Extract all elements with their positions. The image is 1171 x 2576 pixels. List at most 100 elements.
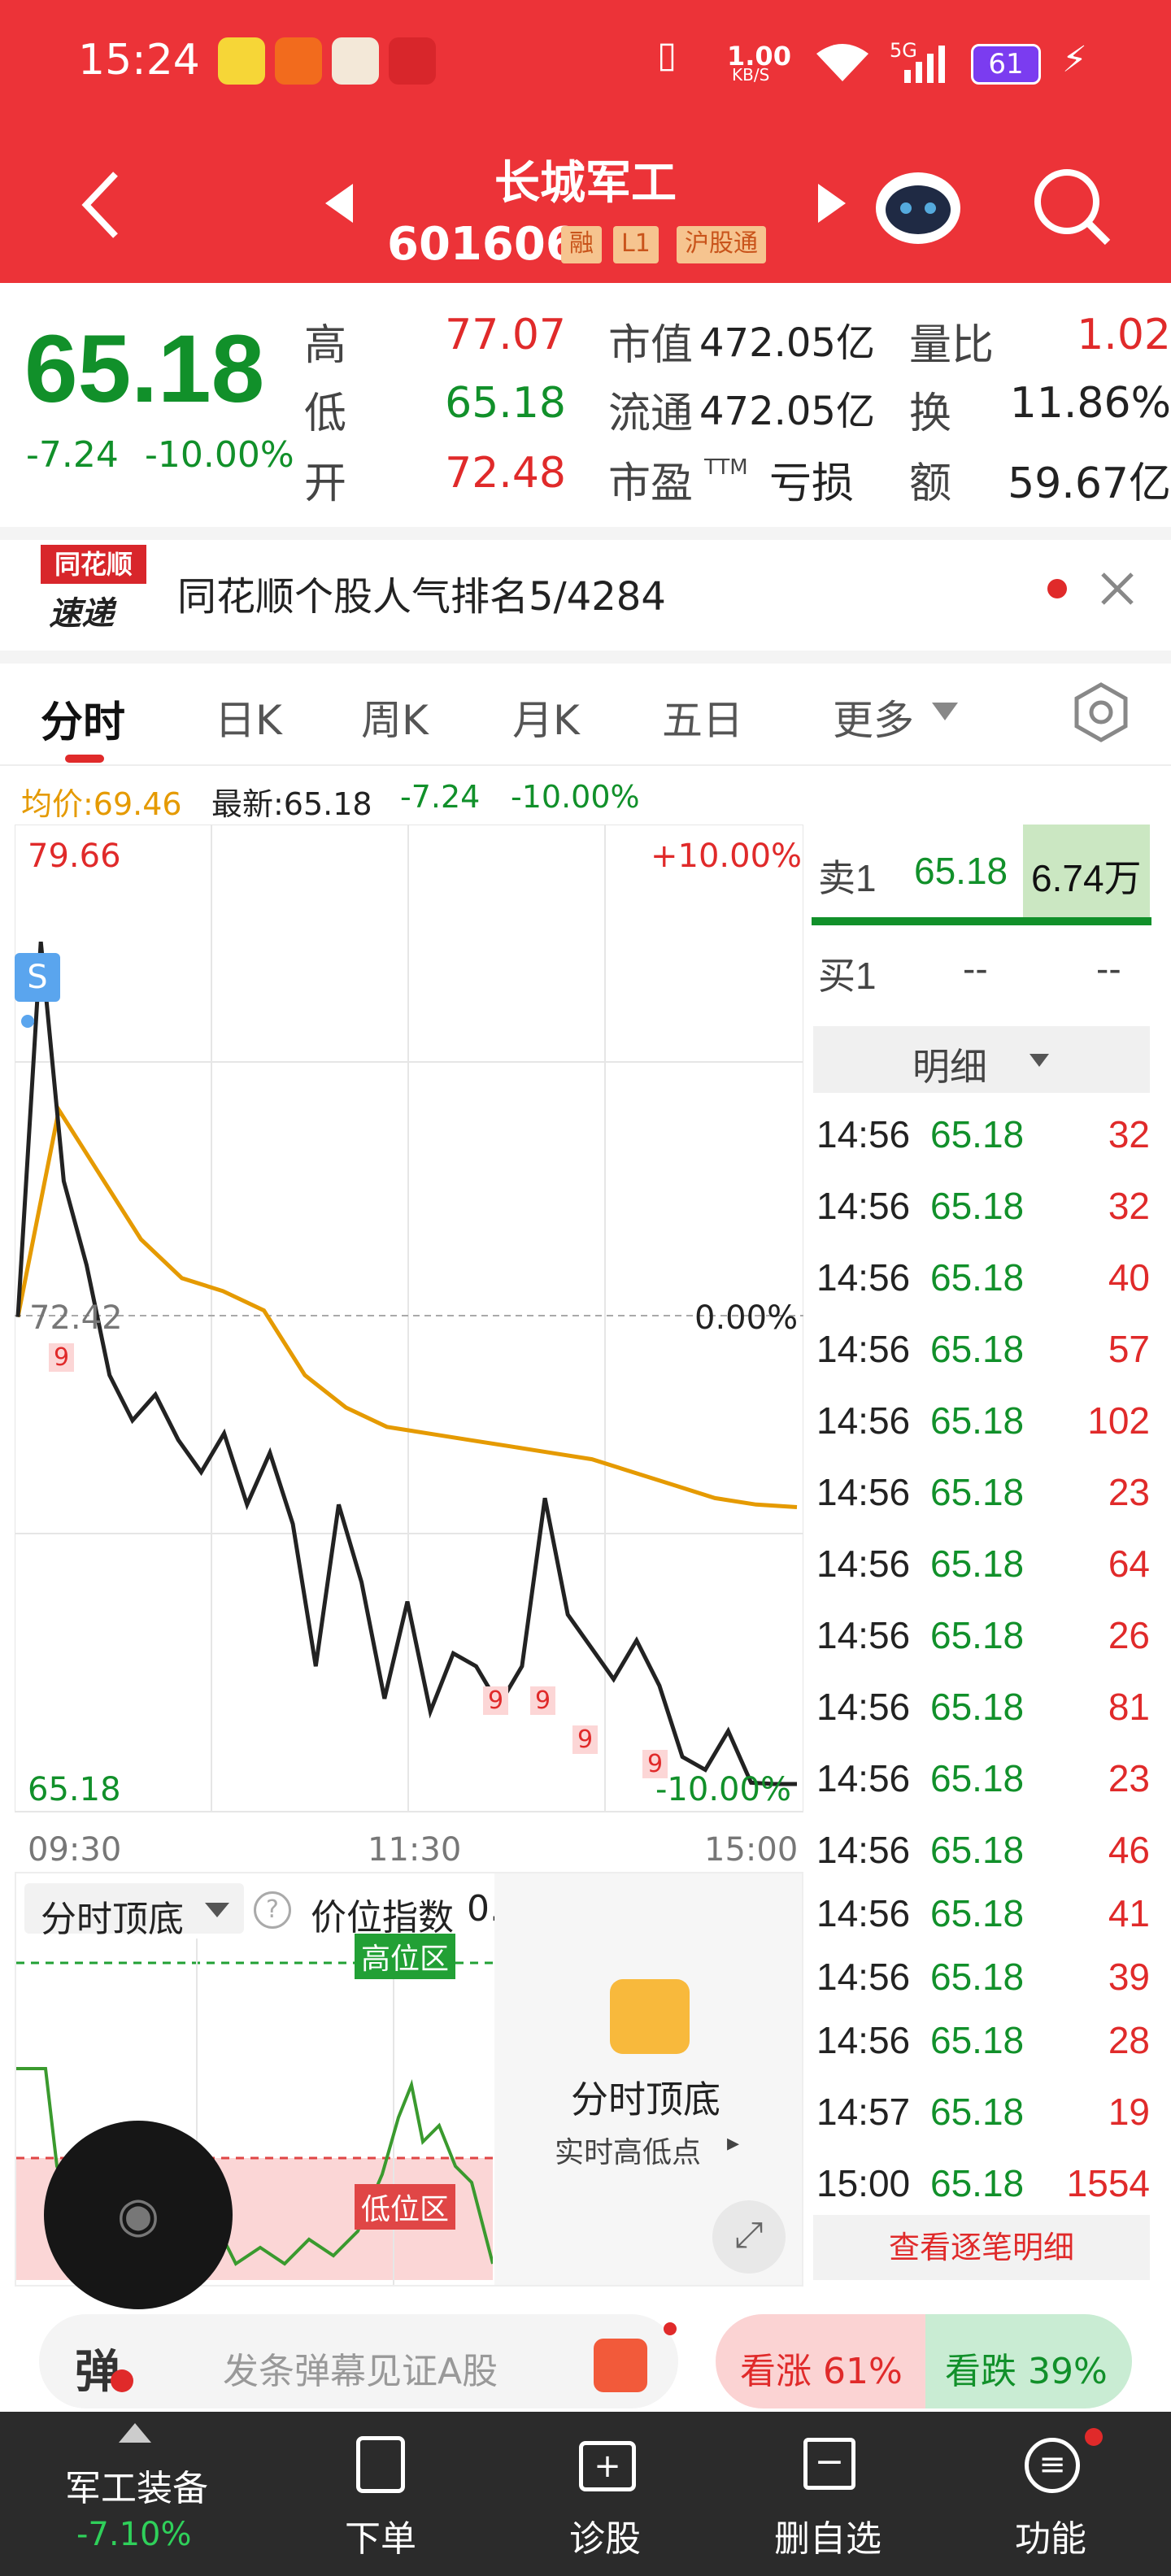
tab-weekly-k[interactable]: 周K xyxy=(361,688,429,746)
danmu-toggle[interactable]: 弹 xyxy=(39,2314,182,2408)
s-marker[interactable]: S xyxy=(15,953,60,1002)
detail-label: 明细 xyxy=(912,1045,987,1089)
divider xyxy=(0,651,1171,664)
signal-9: 9 xyxy=(49,1343,75,1372)
chevron-down-icon xyxy=(205,1903,229,1917)
app-icon xyxy=(332,37,379,85)
mcap-label: 市值 xyxy=(608,321,694,370)
search-icon[interactable] xyxy=(1031,166,1112,247)
high-label: 高 xyxy=(304,321,347,370)
pct-min-label: -10.00% xyxy=(655,1771,791,1808)
app-icon xyxy=(389,37,436,85)
list-item: 14:56 65.18 57 xyxy=(816,1328,1150,1370)
help-icon[interactable]: ? xyxy=(254,1891,291,1929)
unread-dot xyxy=(1047,579,1067,598)
amount-value: 59.67亿 xyxy=(1008,459,1171,508)
list-item: 14:56 65.18 23 xyxy=(816,1757,1150,1799)
float-label: 流通 xyxy=(608,389,694,438)
list-item: 14:57 65.18 19 xyxy=(816,2091,1150,2133)
list-item: 14:56 65.18 32 xyxy=(816,1113,1150,1155)
tab-five-day[interactable]: 五日 xyxy=(662,688,743,746)
list-item: 14:56 65.18 102 xyxy=(816,1399,1150,1442)
signal-9: 9 xyxy=(572,1725,599,1754)
list-item: 14:56 65.18 32 xyxy=(816,1185,1150,1227)
list-item: 14:56 65.18 26 xyxy=(816,1614,1150,1656)
buy1-volume: -- xyxy=(1096,947,1121,990)
buy1-label: 买1 xyxy=(818,955,877,997)
indicator-select[interactable]: 分时顶底 xyxy=(24,1883,244,1940)
wifi-icon xyxy=(816,44,868,81)
promo-card[interactable]: 分时顶底 实时高低点 ▸ ⤢ xyxy=(494,1873,802,2285)
monitor-icon xyxy=(610,1979,690,2054)
tab-daily-k[interactable]: 日K xyxy=(215,688,282,746)
promo-title: 分时顶底 xyxy=(571,2078,720,2121)
time-end: 15:00 xyxy=(704,1831,799,1869)
unread-dot xyxy=(1085,2428,1103,2446)
view-all-ticks-button[interactable]: 查看逐笔明细 xyxy=(813,2215,1150,2280)
nav-functions[interactable]: ≡ 功能 xyxy=(995,2428,1109,2566)
vote-down-button[interactable]: 看跌 39% xyxy=(925,2314,1132,2408)
time-mid: 11:30 xyxy=(368,1831,462,1869)
avg-price: 均价:69.46 xyxy=(21,786,182,822)
open-value: 72.48 xyxy=(445,449,566,498)
float-value: 472.05亿 xyxy=(699,389,875,434)
next-stock-icon[interactable] xyxy=(816,184,846,223)
detail-header[interactable]: 明细 xyxy=(813,1026,1150,1093)
vibrate-icon: ▯ xyxy=(657,34,677,76)
nav-remove-watchlist[interactable]: − 删自选 xyxy=(764,2428,895,2566)
vr-value: 1.02 xyxy=(1077,311,1171,359)
sell1-price: 65.18 xyxy=(914,850,1008,892)
danmu-input[interactable]: 发条弹幕见证A股 xyxy=(182,2314,678,2408)
pe-label: 市盈 xyxy=(608,459,694,508)
app-icon xyxy=(275,37,322,85)
diagnose-icon: + xyxy=(579,2441,636,2491)
signal-9: 9 xyxy=(642,1750,668,1778)
list-item: 14:56 65.18 81 xyxy=(816,1686,1150,1728)
ths-logo-sub: 速递 xyxy=(49,595,114,633)
battery-icon: 61 xyxy=(971,44,1041,85)
minus-icon: − xyxy=(803,2438,855,2490)
app-header: 15:24 ▯ 1.00 KB/S 5G 61 ⚡ 长城军工 601606 融 … xyxy=(0,0,1171,283)
vote-up-button[interactable]: 看涨 61% xyxy=(716,2314,925,2408)
robot-assistant-icon[interactable] xyxy=(873,161,963,250)
floating-video-icon[interactable]: ◉ xyxy=(44,2121,233,2309)
gift-icon[interactable] xyxy=(594,2339,647,2392)
time-start: 09:30 xyxy=(28,1831,122,1869)
tab-monthly-k[interactable]: 月K xyxy=(512,688,580,746)
list-item: 15:00 65.18 1554 xyxy=(816,2162,1150,2204)
promo-sub: 实时高低点 xyxy=(555,2136,702,2169)
list-item: 14:56 65.18 46 xyxy=(816,1829,1150,1871)
sell1-row: 卖1 65.18 xyxy=(813,825,1023,920)
bottom-nav: 军工装备 -7.10% 下单 + 诊股 − 删自选 ≡ 功能 xyxy=(0,2412,1171,2576)
high-zone-label: 高位区 xyxy=(355,1934,456,1979)
intraday-chart[interactable] xyxy=(15,825,803,1821)
list-item: 14:56 65.18 64 xyxy=(816,1543,1150,1585)
chevron-up-icon[interactable] xyxy=(119,2423,151,2443)
vr-label: 量比 xyxy=(909,321,995,370)
signal-icon xyxy=(904,46,945,83)
stock-code: 601606 xyxy=(387,218,577,271)
order-icon xyxy=(356,2436,405,2493)
settings-icon[interactable] xyxy=(1070,681,1132,743)
chevron-down-icon xyxy=(1030,1054,1049,1067)
price-change-pct: -10.00% xyxy=(145,434,294,476)
divider xyxy=(0,764,1171,766)
low-value: 65.18 xyxy=(445,379,566,428)
amount-label: 额 xyxy=(909,459,952,508)
list-item: 14:56 65.18 39 xyxy=(816,1956,1150,1998)
nav-diagnose[interactable]: + 诊股 xyxy=(550,2428,664,2566)
close-icon[interactable] xyxy=(1099,571,1135,607)
sector-name[interactable]: 军工装备 xyxy=(65,2459,208,2511)
notice-bar[interactable]: 同花顺 速递 同花顺个股人气排名5/4284 xyxy=(0,533,1171,654)
nav-order[interactable]: 下单 xyxy=(325,2428,439,2566)
price-change: -7.24 xyxy=(26,434,119,476)
expand-icon[interactable]: ⤢ xyxy=(712,2200,786,2274)
tab-more[interactable]: 更多 xyxy=(833,688,914,746)
charging-icon: ⚡ xyxy=(1062,39,1087,80)
tab-intraday[interactable]: 分时 xyxy=(41,688,125,749)
signal-9: 9 xyxy=(530,1686,556,1715)
nav-label: 功能 xyxy=(1015,2518,1086,2560)
orderbook-divider xyxy=(812,917,1151,925)
sector-change: -7.10% xyxy=(76,2516,192,2553)
status-time: 15:24 xyxy=(78,36,200,85)
